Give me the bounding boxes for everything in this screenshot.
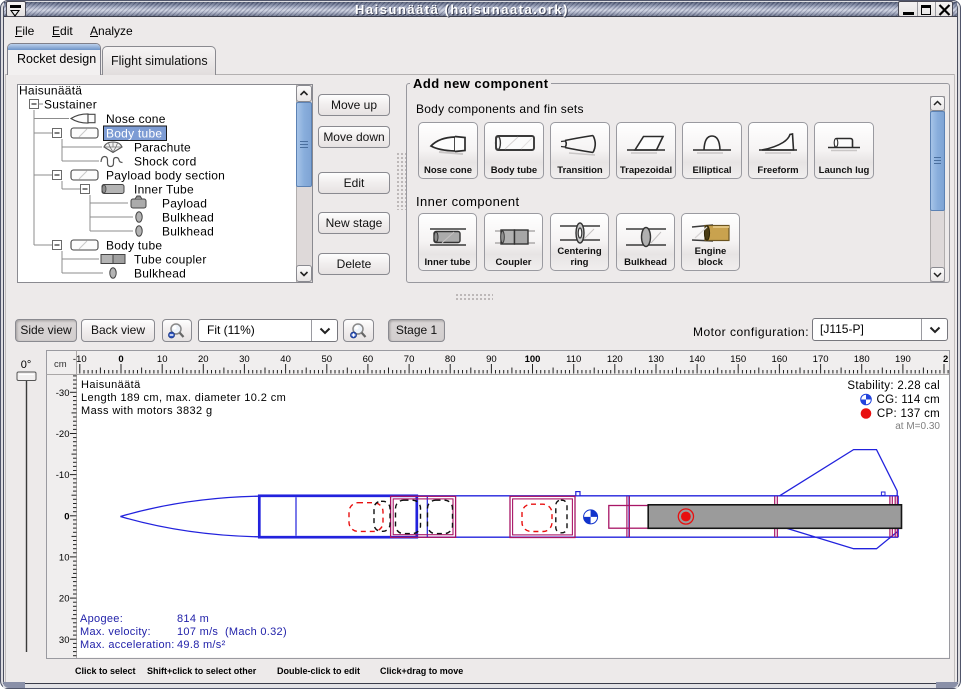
svg-text:180: 180 (854, 354, 870, 365)
svg-text:Max. velocity:: Max. velocity: (80, 626, 151, 638)
svg-text:Bulkhead: Bulkhead (134, 266, 186, 280)
svg-text:Nose cone: Nose cone (106, 112, 166, 126)
svg-text:140: 140 (689, 354, 705, 365)
svg-text:Payload: Payload (162, 196, 207, 210)
svg-text:50: 50 (322, 354, 333, 365)
svg-text:170: 170 (813, 354, 829, 365)
svg-text:20: 20 (59, 594, 70, 605)
svg-text:0: 0 (64, 511, 69, 522)
svg-text:-20: -20 (56, 429, 70, 440)
svg-text:30: 30 (239, 354, 250, 365)
svg-text:0°: 0° (21, 359, 32, 371)
svg-text:130: 130 (648, 354, 664, 365)
svg-text:49.8 m/s²: 49.8 m/s² (177, 639, 226, 651)
svg-text:-10: -10 (73, 354, 87, 365)
svg-text:Haisunäätä: Haisunäätä (81, 379, 141, 391)
svg-text:Parachute: Parachute (134, 140, 191, 154)
svg-text:Payload body section: Payload body section (106, 168, 225, 182)
svg-text:107 m/s (Mach 0.32): 107 m/s (Mach 0.32) (177, 626, 287, 638)
svg-text:Tube coupler: Tube coupler (134, 252, 207, 266)
svg-text:10: 10 (59, 552, 70, 563)
svg-text:0: 0 (118, 354, 123, 365)
svg-text:10: 10 (157, 354, 168, 365)
svg-text:90: 90 (486, 354, 497, 365)
svg-text:150: 150 (730, 354, 746, 365)
svg-text:160: 160 (771, 354, 787, 365)
svg-text:60: 60 (363, 354, 374, 365)
svg-text:20: 20 (198, 354, 209, 365)
svg-text:2: 2 (943, 354, 948, 365)
svg-text:Inner Tube: Inner Tube (134, 182, 194, 196)
svg-text:Shock cord: Shock cord (134, 154, 197, 168)
svg-text:Sustainer: Sustainer (44, 97, 97, 111)
svg-text:120: 120 (607, 354, 623, 365)
svg-text:100: 100 (525, 354, 541, 365)
svg-text:Body tube: Body tube (106, 126, 162, 140)
svg-text:40: 40 (280, 354, 291, 365)
svg-text:Length 189 cm, max. diameter 1: Length 189 cm, max. diameter 10.2 cm (81, 392, 286, 404)
svg-text:Bulkhead: Bulkhead (162, 224, 214, 238)
svg-text:Apogee:: Apogee: (80, 613, 123, 625)
svg-text:-10: -10 (56, 470, 70, 481)
svg-text:80: 80 (445, 354, 456, 365)
svg-text:110: 110 (566, 354, 581, 365)
svg-text:Stability: 2.28 cal: Stability: 2.28 cal (847, 380, 940, 392)
svg-text:70: 70 (404, 354, 415, 365)
svg-text:190: 190 (895, 354, 911, 365)
svg-text:CG: 114 cm: CG: 114 cm (877, 394, 941, 406)
svg-text:at M=0.30: at M=0.30 (895, 421, 940, 432)
svg-text:Max. acceleration:: Max. acceleration: (80, 639, 175, 651)
svg-text:Bulkhead: Bulkhead (162, 210, 214, 224)
svg-text:30: 30 (59, 635, 70, 646)
svg-text:Haisunäätä: Haisunäätä (19, 84, 82, 97)
svg-text:-30: -30 (56, 388, 70, 399)
svg-text:cm: cm (54, 359, 67, 370)
svg-text:Body tube: Body tube (106, 238, 162, 252)
svg-text:CP: 137 cm: CP: 137 cm (877, 408, 940, 420)
svg-text:814 m: 814 m (177, 613, 209, 625)
svg-text:Mass with motors 3832 g: Mass with motors 3832 g (81, 405, 212, 417)
